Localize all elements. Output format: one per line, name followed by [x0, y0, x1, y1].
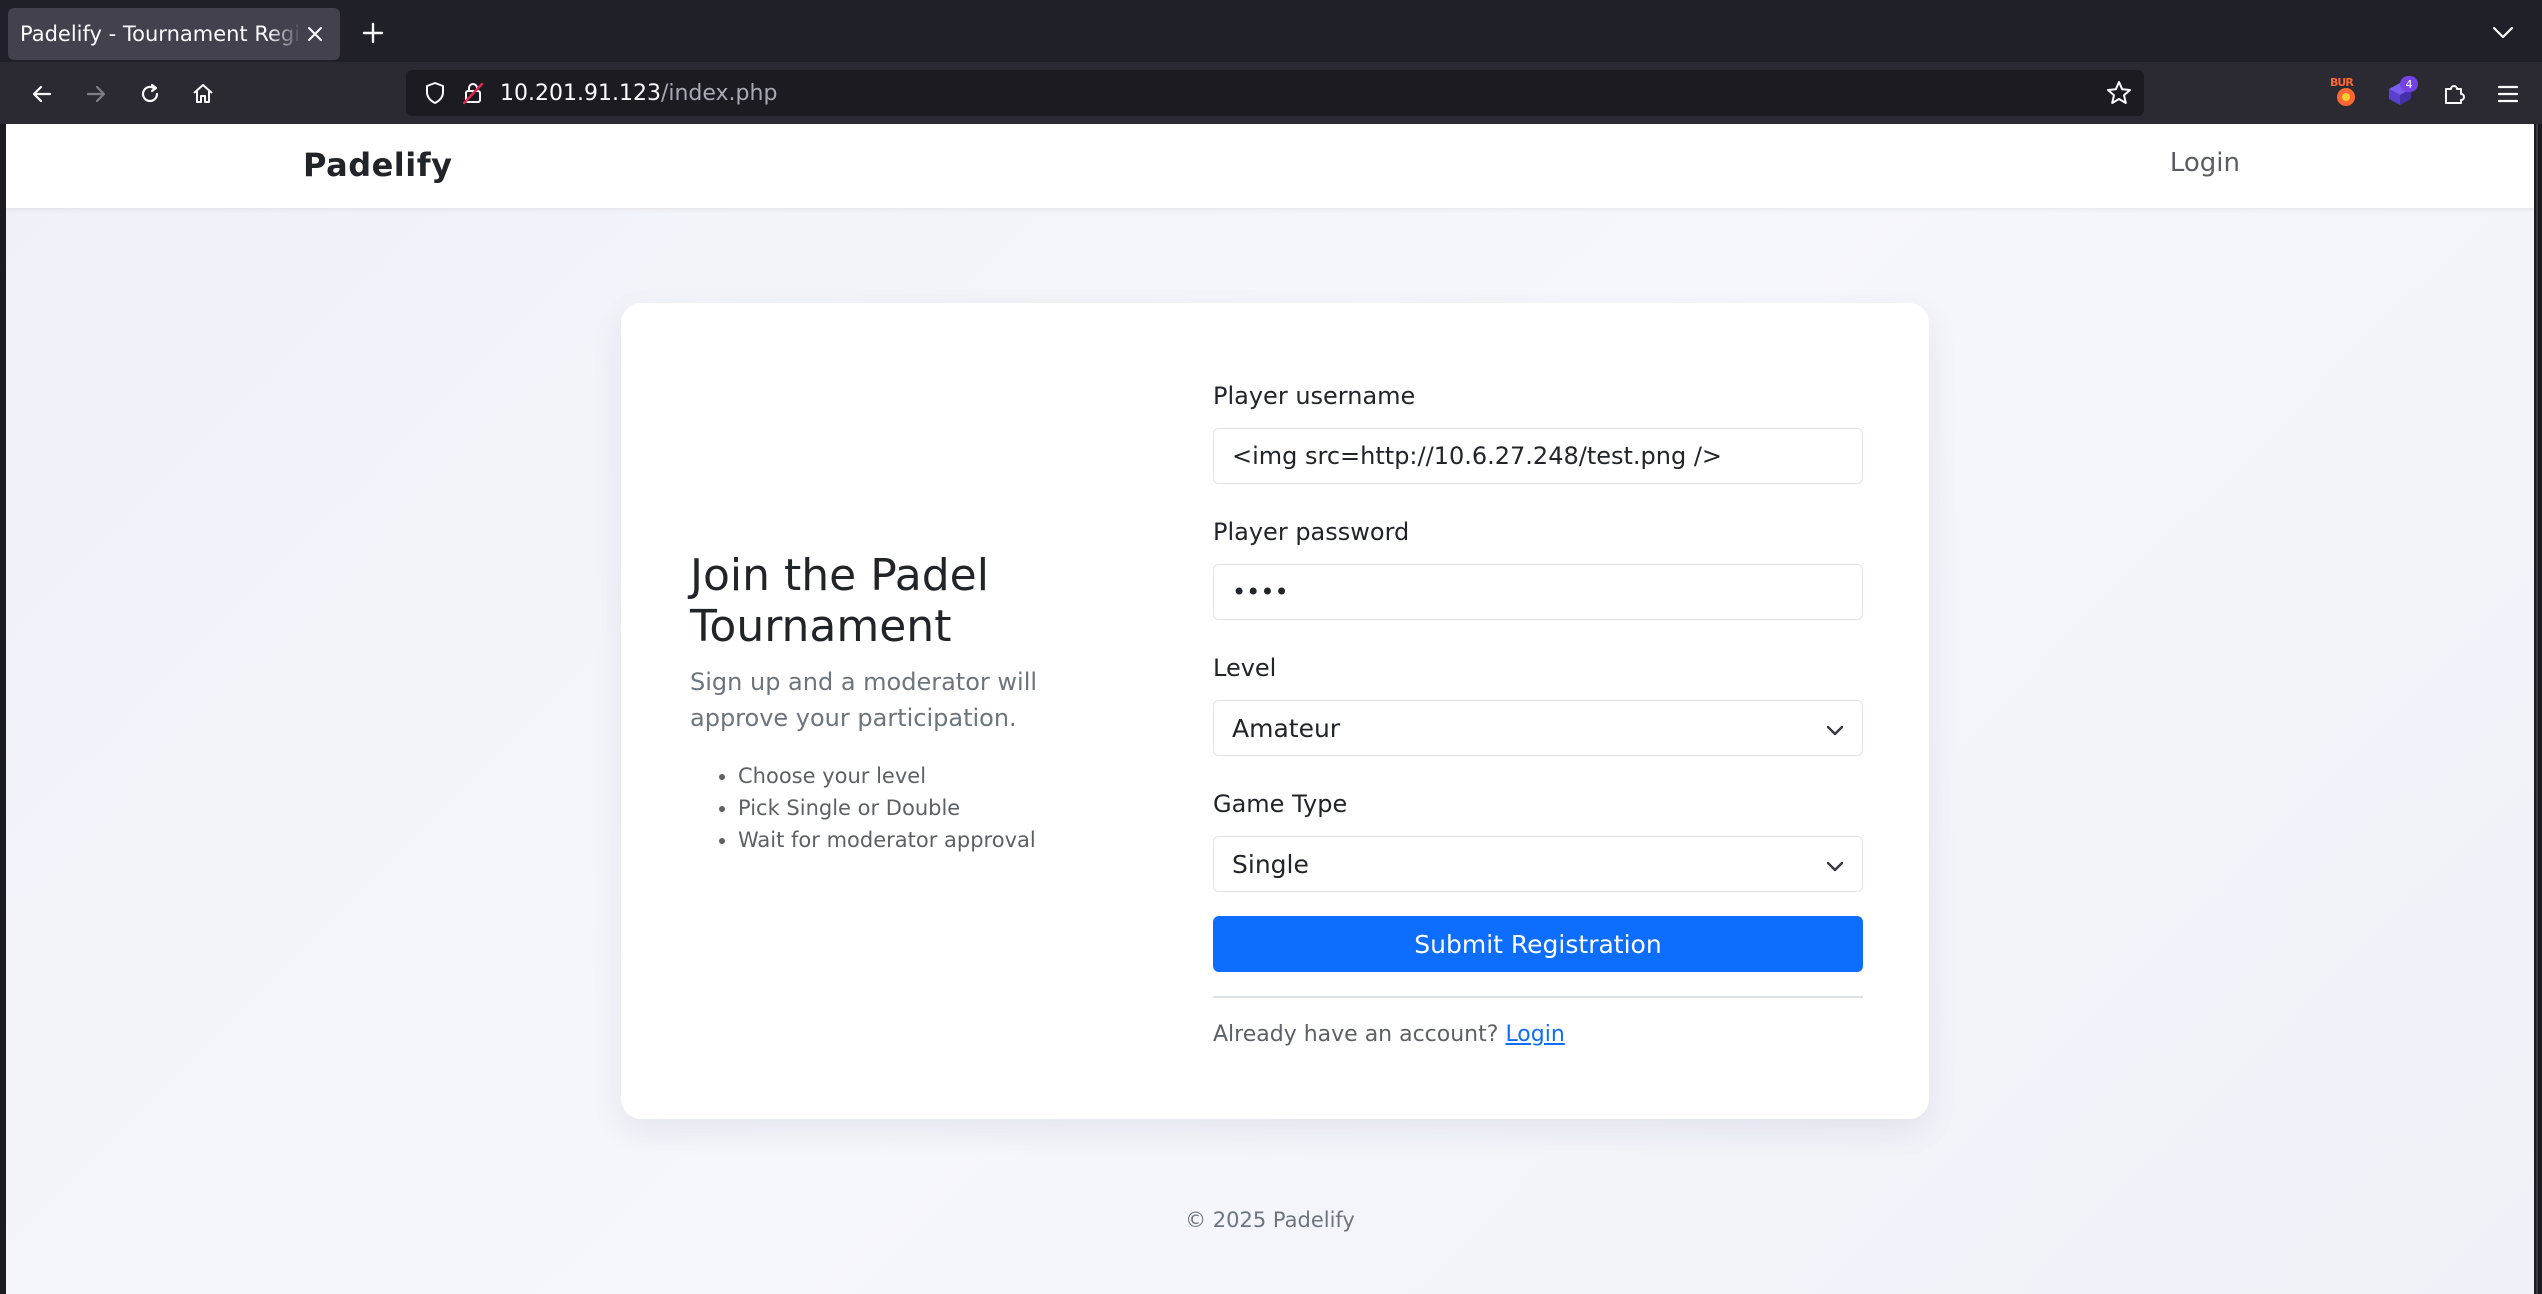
submit-registration-button[interactable]: Submit Registration — [1213, 916, 1863, 972]
burp-extension-label: BUR — [2330, 76, 2354, 89]
tab-title: Padelify - Tournament Registration — [20, 22, 302, 46]
registration-form: Player username Player password Level Am… — [1213, 378, 1863, 1047]
level-selected-value: Amateur — [1232, 713, 1341, 743]
site-brand[interactable]: Padelify — [303, 146, 453, 184]
lock-warning-icon[interactable] — [458, 78, 488, 108]
feature-list: Choose your level Pick Single or Double … — [690, 760, 1140, 856]
game-type-select[interactable]: Single — [1213, 836, 1863, 892]
puzzle-icon[interactable] — [2434, 74, 2474, 114]
login-link[interactable]: Login — [1505, 1022, 1564, 1047]
arrow-right-icon[interactable] — [76, 74, 116, 114]
burp-extension-icon[interactable]: BUR — [2326, 74, 2366, 114]
close-icon[interactable] — [302, 21, 328, 47]
list-item: Pick Single or Double — [738, 792, 1140, 824]
list-item: Wait for moderator approval — [738, 824, 1140, 856]
site-header: Padelify Login — [6, 124, 2534, 208]
username-label: Player username — [1213, 382, 1416, 410]
hamburger-icon[interactable] — [2488, 74, 2528, 114]
arrow-left-icon[interactable] — [22, 74, 62, 114]
home-icon[interactable] — [183, 74, 223, 114]
game-type-label: Game Type — [1213, 790, 1348, 818]
intro-section: Join the Padel Tournament Sign up and a … — [690, 550, 1140, 856]
url-host: 10.201.91.123 — [500, 80, 661, 106]
plus-icon[interactable] — [356, 16, 390, 50]
divider — [1213, 996, 1863, 998]
password-input[interactable] — [1213, 564, 1863, 620]
scrollbar[interactable] — [2534, 124, 2542, 1294]
login-prompt: Already have an account? Login — [1213, 1022, 1863, 1047]
browser-tab[interactable]: Padelify - Tournament Registration — [8, 8, 340, 60]
chevron-down-icon[interactable] — [2486, 16, 2520, 50]
username-input[interactable] — [1213, 428, 1863, 484]
url-text: 10.201.91.123/index.php — [500, 81, 777, 106]
extension-icon[interactable]: 4 — [2380, 74, 2420, 114]
browser-toolbar: 10.201.91.123/index.php BUR 4 — [0, 62, 2542, 124]
page-viewport: Padelify Login Join the Padel Tournament… — [6, 124, 2534, 1294]
extension-badge: 4 — [2400, 76, 2418, 92]
registration-card: Join the Padel Tournament Sign up and a … — [621, 303, 1929, 1119]
intro-lead: Sign up and a moderator will approve you… — [690, 668, 1038, 732]
url-path: /index.php — [660, 80, 778, 106]
header-login-link[interactable]: Login — [2170, 148, 2240, 178]
page-title: Join the Padel Tournament — [690, 550, 989, 652]
address-bar[interactable]: 10.201.91.123/index.php — [406, 70, 2144, 116]
game-type-selected-value: Single — [1232, 849, 1309, 879]
chevron-down-icon — [1826, 714, 1844, 743]
list-item: Choose your level — [738, 760, 1140, 792]
login-prompt-text: Already have an account? — [1213, 1022, 1499, 1047]
level-label: Level — [1213, 654, 1277, 682]
star-icon[interactable] — [2104, 78, 2134, 108]
password-label: Player password — [1213, 518, 1410, 546]
chevron-down-icon — [1826, 850, 1844, 879]
reload-icon[interactable] — [130, 74, 170, 114]
browser-tab-strip: Padelify - Tournament Registration — [0, 0, 2542, 62]
footer-copyright: © 2025 Padelify — [1185, 1208, 1355, 1232]
shield-icon[interactable] — [420, 78, 450, 108]
level-select[interactable]: Amateur — [1213, 700, 1863, 756]
